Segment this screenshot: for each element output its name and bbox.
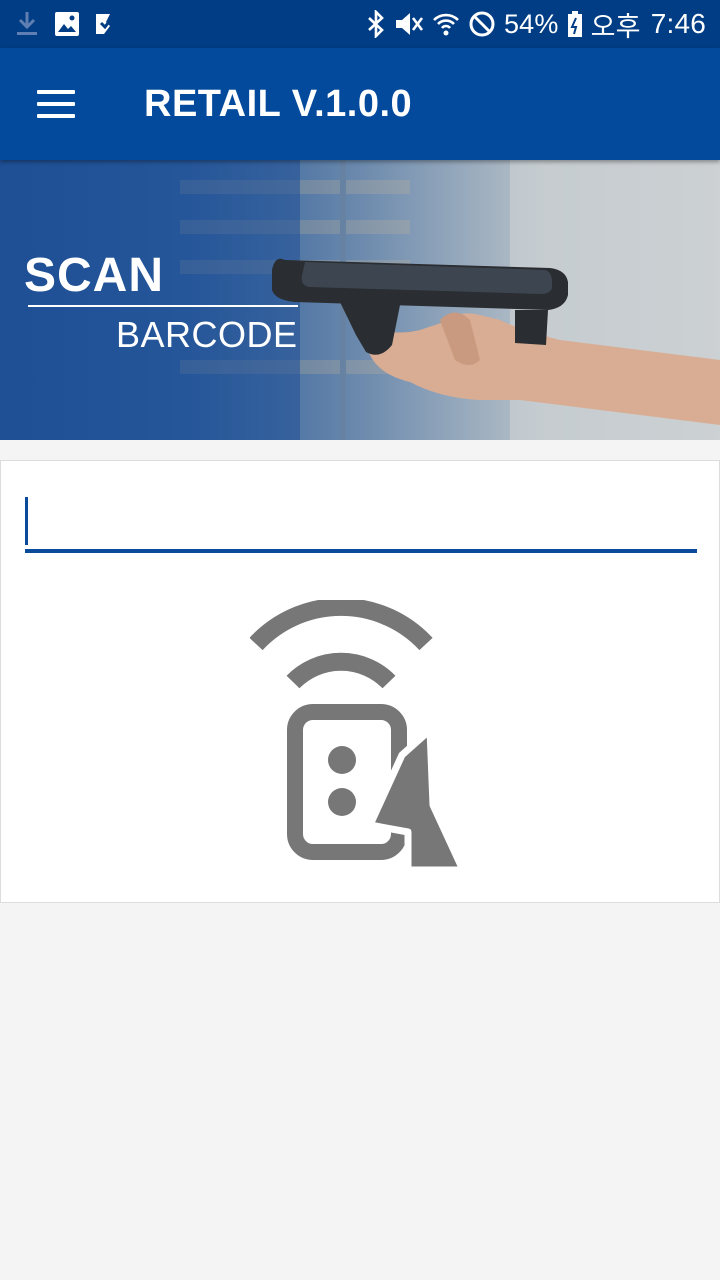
- ampm-label: 오후: [590, 11, 641, 42]
- mute-icon: [394, 10, 424, 38]
- banner-divider: [28, 305, 298, 307]
- bluetooth-icon: [366, 10, 386, 38]
- wifi-icon: [432, 10, 460, 38]
- status-left: [14, 10, 132, 38]
- clock: 7:46: [650, 8, 706, 39]
- download-icon: [14, 10, 40, 38]
- block-icon: [468, 10, 496, 38]
- battery-icon: [567, 10, 583, 38]
- banner-barcode-label: BARCODE: [116, 314, 298, 355]
- barcode-scanner-icon: [250, 600, 467, 874]
- battery-percent: 54%: [503, 8, 559, 39]
- status-right: 54% 오후 7:46: [358, 5, 706, 44]
- banner-scan-label: SCAN: [24, 249, 165, 302]
- check-icon: [94, 12, 118, 36]
- image-icon: [54, 11, 80, 37]
- menu-icon[interactable]: [28, 76, 84, 132]
- app-title: RETAIL V.1.0.0: [144, 82, 413, 125]
- banner-text: SCAN BARCODE: [24, 249, 298, 355]
- text-cursor: [25, 497, 28, 545]
- status-bar: 54% 오후 7:46: [0, 0, 720, 48]
- app-bar: RETAIL V.1.0.0: [0, 48, 720, 160]
- barcode-input[interactable]: [25, 497, 697, 553]
- scan-banner: SCAN BARCODE: [0, 160, 720, 440]
